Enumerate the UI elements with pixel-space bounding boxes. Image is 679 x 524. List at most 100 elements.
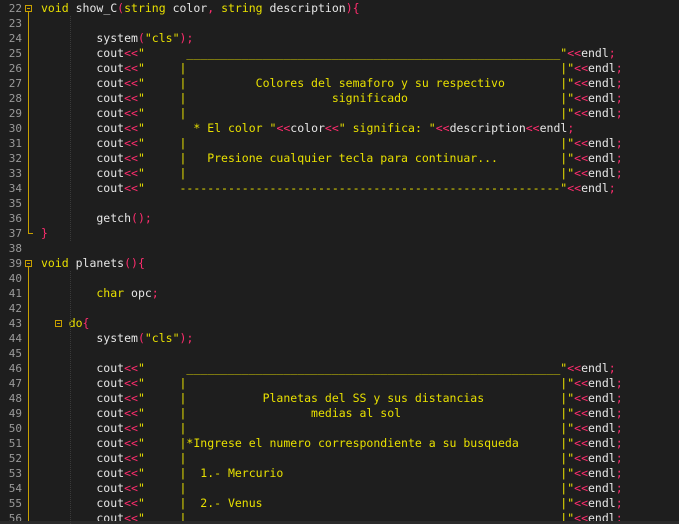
code-line[interactable]: system("cls"); [41, 31, 193, 46]
code-token: endl [588, 481, 616, 495]
code-token: endl [588, 421, 616, 435]
code-line[interactable]: cout<<" | |"<<endl; [41, 421, 622, 436]
code-line[interactable]: cout<<" | Planetas del SS y sus distanci… [41, 391, 623, 406]
code-line[interactable]: cout<<" | Colores del semaforo y su resp… [41, 76, 622, 91]
code-token: ; [615, 136, 623, 150]
code-line[interactable]: void show_C(string color, string descrip… [41, 1, 360, 16]
code-token: system [41, 331, 138, 345]
code-token: " | 2.- Venus |" [137, 496, 575, 510]
code-token: ; [615, 61, 623, 75]
code-token: cout [41, 406, 125, 420]
code-token: string [214, 1, 263, 15]
code-line[interactable]: getch(); [41, 211, 152, 226]
code-token: void [41, 1, 69, 15]
code-token: " | |" [137, 376, 575, 390]
code-token: char [41, 286, 125, 300]
code-token: << [124, 106, 138, 120]
code-line[interactable]: void planets(){ [41, 256, 145, 271]
line-number: 55 [8, 497, 22, 510]
code-token: << [124, 421, 138, 435]
code-token: ; [615, 376, 623, 390]
code-line[interactable]: cout<<" | 2.- Venus |"<<endl; [41, 496, 623, 511]
line-number: 26 [8, 62, 22, 75]
code-line[interactable]: system("cls"); [41, 331, 193, 346]
code-line[interactable]: } [41, 226, 48, 241]
code-token: << [124, 466, 138, 480]
code-line[interactable]: char opc; [41, 286, 159, 301]
code-token: { [82, 316, 90, 330]
code-token: endl [588, 91, 616, 105]
code-token: opc [124, 286, 152, 300]
code-token: ; [615, 391, 623, 405]
code-token: << [324, 121, 339, 135]
code-line[interactable]: cout<<" | |"<<endl; [41, 481, 622, 496]
code-line[interactable]: cout<<" | 1.- Mercurio |"<<endl; [41, 466, 622, 481]
code-token: << [525, 121, 540, 135]
code-token: cout [41, 91, 125, 105]
code-line[interactable]: cout<<" | |"<<endl; [41, 166, 622, 181]
fold-toggle-icon[interactable] [25, 5, 32, 12]
code-token: ; [144, 211, 152, 225]
code-token: cout [41, 106, 125, 120]
code-token: cout [41, 466, 125, 480]
code-line[interactable]: cout<<" | significado |"<<endl; [41, 91, 623, 106]
code-token: } [41, 226, 48, 240]
code-token: " |*Ingrese el numero correspondiente a … [137, 436, 575, 450]
code-line[interactable]: cout<<" | |"<<endl; [41, 106, 622, 121]
code-token: << [574, 421, 588, 435]
code-line[interactable]: cout<<" | Presione cualquier tecla para … [41, 151, 623, 166]
code-line[interactable]: do{ [41, 316, 90, 331]
code-line[interactable]: cout<<" ________________________________… [41, 361, 615, 376]
code-token: " | Colores del semaforo y su respectivo… [137, 76, 575, 90]
code-line[interactable]: cout<<" ________________________________… [41, 46, 615, 61]
line-number: 35 [8, 197, 22, 210]
code-token: endl [581, 181, 609, 195]
line-number: 30 [8, 122, 22, 135]
code-line[interactable]: cout<<" * El color "<<color<<" significa… [41, 121, 574, 136]
code-token: ; [151, 286, 159, 300]
code-token: system [41, 31, 138, 45]
code-token: ; [186, 331, 194, 345]
line-number: 46 [8, 362, 22, 375]
line-number: 31 [8, 137, 22, 150]
line-number: 37 [8, 227, 22, 240]
fold-toggle-icon[interactable] [25, 260, 32, 267]
code-line[interactable]: cout<<" | |"<<endl; [41, 376, 623, 391]
code-line[interactable]: cout<<" | medias al sol |"<<endl; [41, 406, 623, 421]
code-token: cout [41, 136, 125, 150]
code-token: << [124, 496, 138, 510]
code-token: ; [615, 496, 623, 510]
code-token: { [352, 1, 360, 15]
code-token: << [124, 406, 138, 420]
code-token: ; [615, 151, 623, 165]
code-line[interactable]: cout<<" | |"<<endl; [41, 451, 622, 466]
line-number: 45 [8, 347, 22, 360]
code-token: endl [588, 406, 616, 420]
code-token: " * El color " [137, 121, 277, 135]
code-token: endl [588, 106, 616, 120]
code-token: planets [68, 256, 125, 270]
code-token: ; [615, 91, 623, 105]
code-token: << [124, 361, 138, 375]
code-token: ( [137, 331, 145, 345]
code-line[interactable]: cout<<" |*Ingrese el numero correspondie… [41, 436, 622, 451]
code-line[interactable]: cout<<" | |"<<endl; [41, 61, 623, 76]
code-line[interactable]: cout<<" | |"<<endl; [41, 136, 623, 151]
code-token: ; [567, 121, 575, 135]
code-token: void [41, 256, 69, 270]
fold-guide [28, 267, 29, 524]
code-token: color [290, 121, 325, 135]
code-token: << [124, 91, 138, 105]
line-number: 25 [8, 47, 22, 60]
code-line[interactable]: cout<<" --------------------------------… [41, 181, 615, 196]
code-token: ; [615, 406, 623, 420]
line-number: 36 [8, 212, 22, 225]
code-token: " | medias al sol |" [137, 406, 575, 420]
code-token: << [574, 136, 588, 150]
code-token: endl [588, 466, 616, 480]
fold-end-marker [28, 233, 33, 234]
code-token: " | |" [137, 136, 575, 150]
code-token: " significa: " [338, 121, 436, 135]
code-editor[interactable]: 22 23 24 25 26 27 28 29 30 31 32 33 34 35 36 37 38 39 40 41… [0, 0, 679, 524]
code-token: endl [588, 61, 616, 75]
